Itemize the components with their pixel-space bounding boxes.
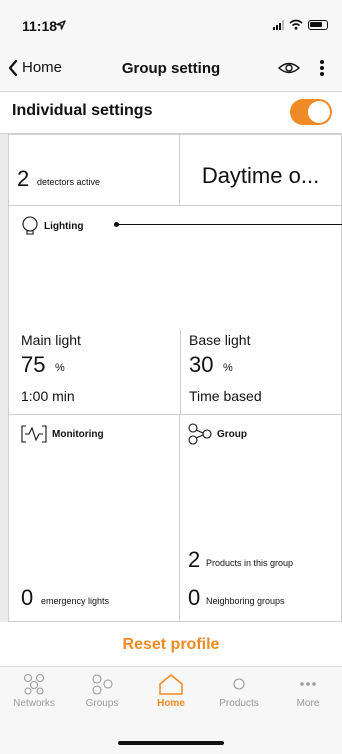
tab-home-label: Home [157, 698, 185, 709]
products-count: 2 [188, 547, 201, 572]
products-icon [233, 678, 245, 690]
detectors-panel[interactable]: 2 detectors active [8, 134, 180, 206]
main-light-unit: % [55, 362, 65, 374]
tab-networks[interactable]: Networks [0, 673, 68, 709]
location-arrow-icon [56, 20, 66, 30]
status-time: 11:18 [22, 18, 58, 34]
tab-networks-label: Networks [13, 698, 55, 709]
detectors-label: detectors active [37, 177, 101, 187]
monitoring-icon [21, 425, 47, 443]
home-icon [159, 674, 183, 695]
back-button[interactable]: Home [8, 59, 62, 76]
base-light-label: Base light [189, 332, 251, 348]
daytime-panel[interactable]: Daytime o... [179, 134, 342, 206]
emergency-lights-label: emergency lights [41, 596, 110, 606]
neighbors-count: 0 [188, 585, 201, 610]
main-light-duration: 1:00 min [21, 388, 75, 404]
group-icon [188, 423, 212, 445]
battery-icon [308, 20, 328, 30]
home-indicator [118, 741, 224, 745]
monitoring-title-text: Monitoring [52, 428, 104, 440]
individual-settings-row: Individual settings [0, 92, 342, 134]
lighting-title-text: Lighting [44, 220, 84, 232]
status-icons [273, 19, 328, 30]
callout-line [116, 224, 342, 225]
individual-settings-toggle[interactable] [290, 99, 332, 125]
more-options-icon[interactable] [312, 57, 332, 79]
detectors-count: 2 [17, 166, 30, 191]
tab-products[interactable]: Products [205, 673, 273, 709]
daytime-label: Daytime o... [201, 163, 320, 188]
group-title-text: Group [217, 428, 247, 440]
main-light-value: 75 [21, 352, 46, 377]
toggle-knob [308, 101, 330, 123]
products-label: Products in this group [206, 558, 294, 568]
eye-icon[interactable] [278, 60, 300, 76]
lighting-title: Lighting [21, 216, 83, 236]
main-light-label: Main light [21, 332, 81, 348]
navigation-bar: Home Group setting [0, 46, 342, 92]
emergency-lights-count: 0 [21, 585, 34, 610]
base-light-unit: % [223, 362, 233, 374]
lightbulb-icon [22, 216, 38, 235]
tab-bar: Networks Groups Home Products More [0, 666, 342, 754]
group-panel[interactable]: Group 2 Products in this group 0 Neighbo… [179, 414, 342, 622]
group-title: Group [188, 423, 247, 445]
reset-profile-button[interactable]: Reset profile [0, 622, 342, 666]
networks-icon [23, 673, 45, 695]
wifi-icon [289, 19, 303, 30]
chevron-left-icon [8, 59, 18, 76]
groups-icon [92, 674, 113, 695]
neighbors-label: Neighboring groups [206, 596, 285, 606]
tab-more[interactable]: More [274, 673, 342, 709]
lighting-divider [180, 330, 181, 416]
signal-icon [273, 20, 284, 30]
tab-groups[interactable]: Groups [68, 673, 136, 709]
status-bar: 11:18 [0, 0, 342, 46]
tab-more-label: More [296, 698, 320, 709]
tab-groups-label: Groups [85, 698, 119, 709]
tab-products-label: Products [219, 698, 259, 709]
base-light-mode: Time based [189, 388, 262, 404]
tab-home[interactable]: Home [137, 673, 205, 709]
lighting-panel[interactable]: Lighting Main light 75 % 1:00 min Base l… [8, 205, 342, 416]
monitoring-panel[interactable]: Monitoring 0 emergency lights [8, 414, 180, 622]
back-label: Home [22, 59, 63, 76]
base-light-value: 30 [189, 352, 214, 377]
individual-settings-label: Individual settings [12, 102, 153, 119]
monitoring-title: Monitoring [21, 425, 104, 443]
more-dots-icon [300, 682, 316, 686]
